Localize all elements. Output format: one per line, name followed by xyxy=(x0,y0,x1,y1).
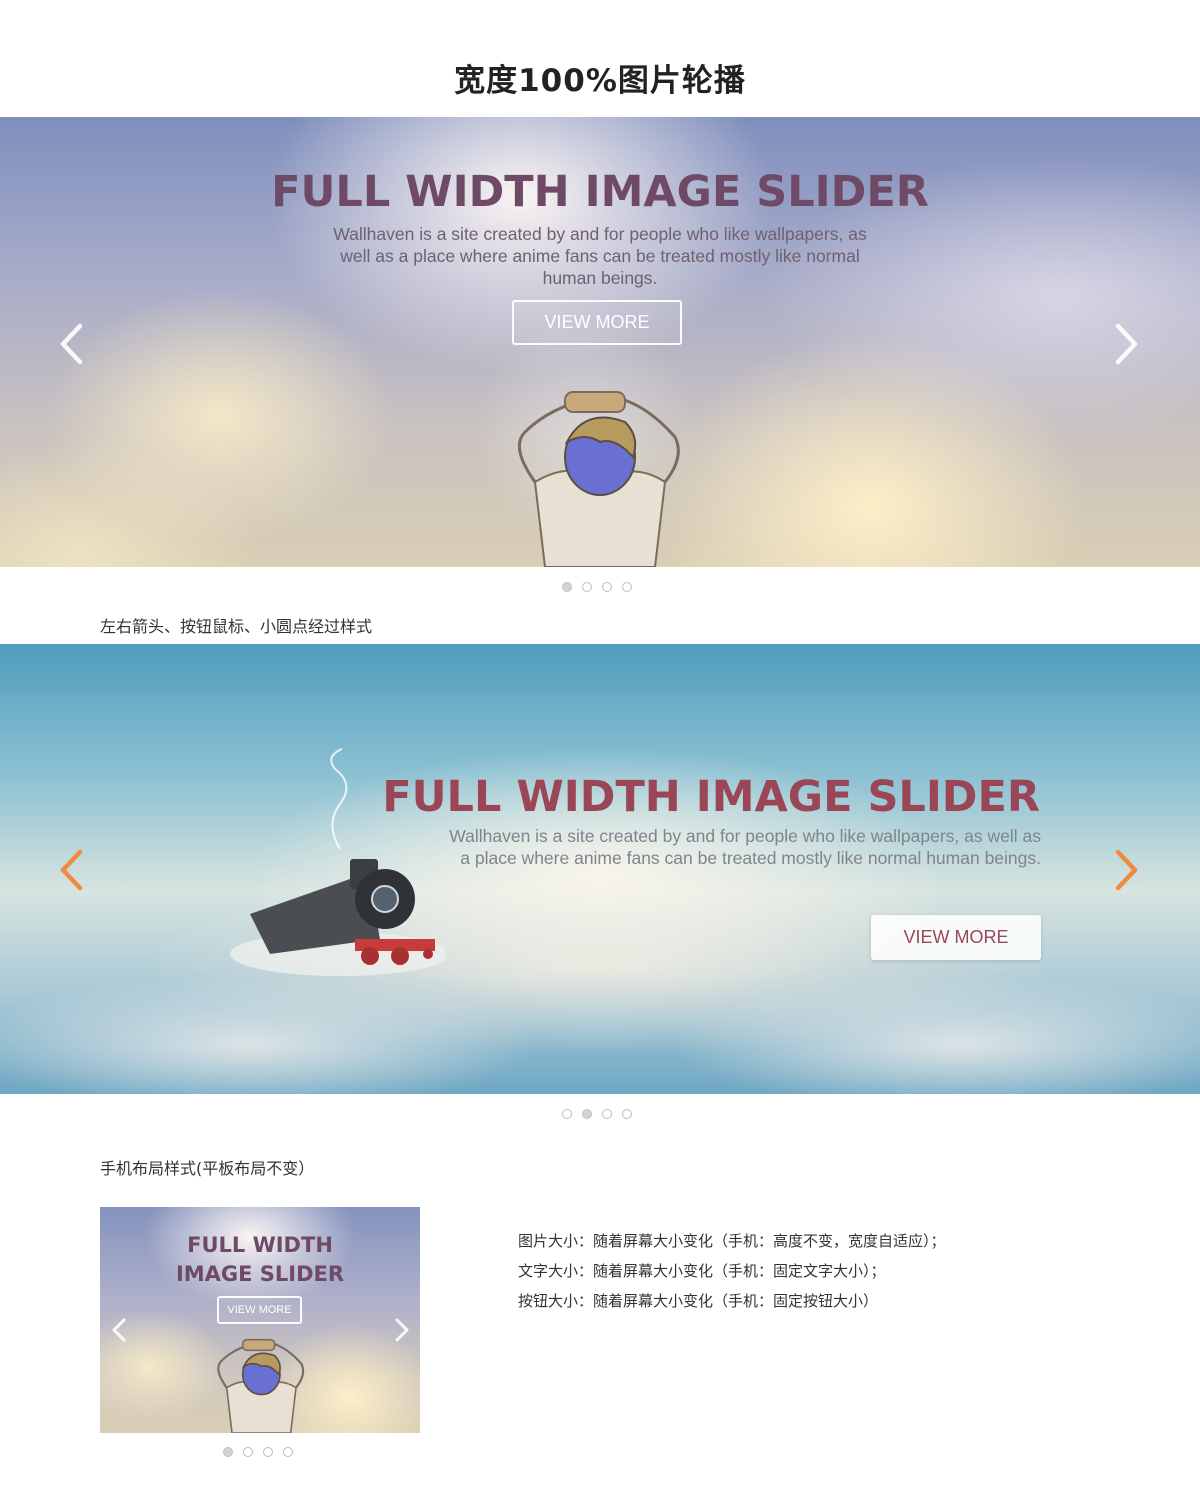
mobile-title-line: IMAGE SLIDER xyxy=(175,1262,345,1286)
slider-hover-state: FULL WIDTH IMAGE SLIDER Wallhaven is a s… xyxy=(0,644,1200,1094)
view-more-button-hover[interactable]: VIEW MORE xyxy=(871,915,1041,960)
note-item: 文字大小：随着屏幕大小变化（手机：固定文字大小）； xyxy=(518,1262,886,1280)
next-arrow-icon[interactable] xyxy=(1112,322,1142,366)
pagination-dot[interactable] xyxy=(582,1109,592,1119)
slider-pagination xyxy=(562,1109,632,1119)
smoke-swirl-decoration xyxy=(330,748,348,850)
prev-arrow-icon[interactable] xyxy=(56,322,86,366)
view-more-button[interactable]: VIEW MORE xyxy=(217,1296,302,1324)
pagination-dot[interactable] xyxy=(602,1109,612,1119)
pagination-dot[interactable] xyxy=(622,1109,632,1119)
slider-title: FULL WIDTH IMAGE SLIDER xyxy=(271,167,929,217)
figure-illustration xyxy=(217,1338,305,1433)
figure-illustration xyxy=(517,391,680,567)
slider-title: FULL WIDTH IMAGE SLIDER xyxy=(382,772,1040,822)
next-arrow-icon[interactable] xyxy=(393,1317,411,1343)
slider-pagination xyxy=(562,582,632,592)
pagination-dot[interactable] xyxy=(582,582,592,592)
next-arrow-icon[interactable] xyxy=(1112,848,1142,892)
pagination-dot[interactable] xyxy=(243,1447,253,1457)
mobile-slider-preview: FULL WIDTH IMAGE SLIDER VIEW MORE xyxy=(100,1207,420,1433)
pagination-dot[interactable] xyxy=(283,1447,293,1457)
prev-arrow-icon[interactable] xyxy=(56,848,86,892)
pagination-dot[interactable] xyxy=(602,582,612,592)
mobile-slider-title: FULL WIDTH IMAGE SLIDER xyxy=(160,1231,360,1289)
slider-description: Wallhaven is a site created by and for p… xyxy=(449,826,1041,868)
pagination-dot[interactable] xyxy=(562,582,572,592)
note-item: 按钮大小：随着屏幕大小变化（手机：固定按钮大小） xyxy=(518,1292,879,1310)
prev-arrow-icon[interactable] xyxy=(110,1317,128,1343)
mobile-slider-pagination xyxy=(223,1447,293,1457)
mobile-layout-label: 手机布局样式(平板布局不变） xyxy=(100,1159,315,1178)
responsive-notes: 图片大小：随着屏幕大小变化（手机：高度不变，宽度自适应）； 文字大小：随着屏幕大… xyxy=(518,1226,946,1316)
note-item: 图片大小：随着屏幕大小变化（手机：高度不变，宽度自适应）； xyxy=(518,1232,946,1250)
view-more-button[interactable]: VIEW MORE xyxy=(512,300,682,345)
pagination-dot[interactable] xyxy=(263,1447,273,1457)
steam-train-illustration xyxy=(230,859,445,976)
mobile-title-line: FULL WIDTH xyxy=(187,1233,333,1257)
pagination-dot[interactable] xyxy=(223,1447,233,1457)
hover-style-label: 左右箭头、按钮鼠标、小圆点经过样式 xyxy=(100,617,373,636)
pagination-dot[interactable] xyxy=(622,582,632,592)
slider-description: Wallhaven is a site created by and for p… xyxy=(333,224,867,288)
pagination-dot[interactable] xyxy=(562,1109,572,1119)
slider-default: FULL WIDTH IMAGE SLIDER Wallhaven is a s… xyxy=(0,117,1200,567)
page-title: 宽度100%图片轮播 xyxy=(454,62,746,99)
